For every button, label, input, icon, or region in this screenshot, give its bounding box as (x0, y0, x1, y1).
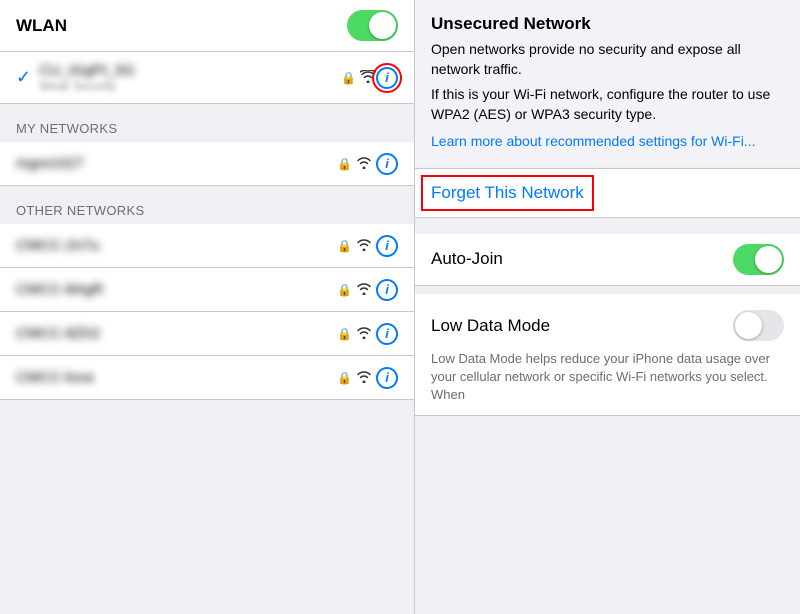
other-network-info-button-4[interactable]: i (376, 367, 398, 389)
autojoin-toggle-knob (755, 246, 782, 273)
network-name-text: mgre1027 (16, 155, 331, 172)
network-name-text: CMCC-lova (16, 369, 331, 386)
other-network-info-button-1[interactable]: i (376, 235, 398, 257)
unsecured-desc2: If this is your Wi-Fi network, configure… (431, 85, 784, 124)
right-panel: Unsecured Network Open networks provide … (415, 0, 800, 614)
wlan-toggle[interactable] (347, 10, 398, 41)
lowdata-header: Low Data Mode (431, 304, 784, 348)
lock-icon: 🔒 (337, 239, 352, 253)
unsecured-section: Unsecured Network Open networks provide … (415, 0, 800, 166)
other-network-info-button-2[interactable]: i (376, 279, 398, 301)
connected-network-row[interactable]: ✓ CU_iGgPt_5G Weak Security 🔒 i (0, 52, 414, 104)
other-networks-label: OTHER NETWORKS (16, 203, 144, 218)
list-item[interactable]: CMCC-lova 🔒 i (0, 356, 414, 400)
autojoin-label: Auto-Join (431, 249, 733, 269)
list-item[interactable]: mgre1027 🔒 i (0, 142, 414, 186)
autojoin-row: Auto-Join (415, 234, 800, 286)
row-icons: 🔒 i (337, 367, 398, 389)
forget-section: Forget This Network (415, 168, 800, 218)
list-item[interactable]: CMCC-8Zh2 🔒 i (0, 312, 414, 356)
lock-icon: 🔒 (337, 283, 352, 297)
list-item[interactable]: CMCC-2n7u 🔒 i (0, 224, 414, 268)
connected-row-icons: 🔒 (341, 70, 376, 86)
other-networks-section-header: OTHER NETWORKS (0, 194, 414, 224)
wifi-icon (360, 70, 376, 86)
lowdata-desc: Low Data Mode helps reduce your iPhone d… (431, 350, 784, 405)
row-icons: 🔒 i (337, 279, 398, 301)
lock-icon: 🔒 (337, 371, 352, 385)
my-network-info-button[interactable]: i (376, 153, 398, 175)
wlan-toggle-knob (369, 12, 396, 39)
wifi-icon (356, 282, 372, 298)
connected-network-info: CU_iGgPt_5G Weak Security (39, 62, 335, 93)
spacer-1 (0, 104, 414, 112)
spacer-3 (415, 218, 800, 226)
wlan-label: WLAN (16, 16, 347, 36)
spacer-4 (415, 286, 800, 294)
wifi-icon (356, 238, 372, 254)
wlan-header-row: WLAN (0, 0, 414, 52)
connected-checkmark: ✓ (16, 67, 31, 88)
row-icons: 🔒 i (337, 235, 398, 257)
wifi-icon (356, 370, 372, 386)
lowdata-toggle[interactable] (733, 310, 784, 341)
connected-network-name: CU_iGgPt_5G (39, 62, 335, 79)
network-name-text: CMCC-2n7u (16, 237, 331, 254)
network-name-text: CMCC-8AgR (16, 281, 331, 298)
unsecured-desc1: Open networks provide no security and ex… (431, 40, 784, 79)
lowdata-section: Low Data Mode Low Data Mode helps reduce… (415, 294, 800, 416)
list-item[interactable]: CMCC-8AgR 🔒 i (0, 268, 414, 312)
my-networks-list: mgre1027 🔒 i (0, 142, 414, 186)
lock-icon: 🔒 (337, 157, 352, 171)
lowdata-toggle-knob (735, 312, 762, 339)
network-name-text: CMCC-8Zh2 (16, 325, 331, 342)
learn-more-link[interactable]: Learn more about recommended settings fo… (431, 133, 755, 149)
other-networks-list: CMCC-2n7u 🔒 i CMCC-8AgR 🔒 (0, 224, 414, 400)
lowdata-label: Low Data Mode (431, 316, 733, 336)
lock-icon: 🔒 (337, 327, 352, 341)
left-panel: WLAN ✓ CU_iGgPt_5G Weak Security 🔒 i (0, 0, 415, 614)
spacer-2 (0, 186, 414, 194)
connected-info-button[interactable]: i (376, 67, 398, 89)
my-networks-label: MY NETWORKS (16, 121, 117, 136)
lock-icon: 🔒 (341, 71, 356, 85)
other-network-info-button-3[interactable]: i (376, 323, 398, 345)
autojoin-toggle[interactable] (733, 244, 784, 275)
connected-network-sub: Weak Security (39, 79, 335, 93)
unsecured-title: Unsecured Network (431, 14, 784, 34)
row-icons: 🔒 i (337, 153, 398, 175)
forget-this-network-button[interactable]: Forget This Network (423, 177, 592, 209)
wifi-icon (356, 156, 372, 172)
my-networks-section-header: MY NETWORKS (0, 112, 414, 142)
row-icons: 🔒 i (337, 323, 398, 345)
wifi-icon (356, 326, 372, 342)
